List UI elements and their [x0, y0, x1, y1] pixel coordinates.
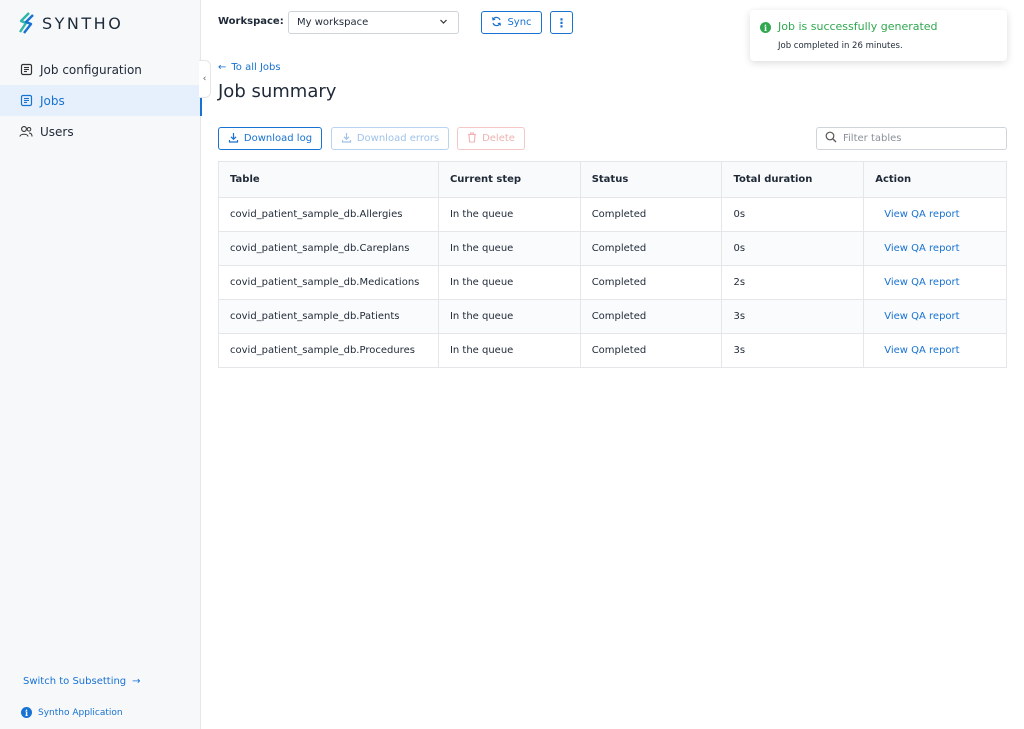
download-errors-button[interactable]: Download errors: [331, 127, 449, 150]
list-icon: [19, 94, 33, 108]
cell-status: Completed: [580, 231, 723, 266]
download-errors-label: Download errors: [356, 133, 440, 144]
cell-duration: 3s: [721, 333, 865, 368]
document-icon: [19, 63, 33, 77]
cell-current-step: In the queue: [438, 231, 581, 266]
cell-current-step: In the queue: [438, 197, 581, 232]
cell-duration: 3s: [721, 299, 865, 334]
view-qa-report-link[interactable]: View QA report: [875, 243, 959, 254]
chevron-left-icon: ‹: [202, 74, 207, 84]
info-icon: i: [760, 22, 771, 33]
column-header-total-duration[interactable]: Total duration: [721, 161, 865, 198]
download-log-label: Download log: [243, 133, 313, 144]
cell-action: View QA report: [864, 334, 1007, 368]
view-qa-report-link[interactable]: View QA report: [875, 277, 959, 288]
table-row: covid_patient_sample_db.Patients In the …: [218, 299, 1007, 334]
brand-name: SYNTHO: [42, 13, 124, 33]
arrow-right-icon: →: [132, 676, 141, 687]
cell-current-step: In the queue: [438, 333, 581, 368]
toast-title: Job is successfully generated: [778, 20, 938, 33]
back-label: To all Jobs: [231, 62, 281, 73]
sidebar-item-jobs[interactable]: Jobs: [0, 85, 202, 116]
filter-tables-field[interactable]: [816, 127, 1007, 150]
cell-status: Completed: [580, 333, 723, 368]
app-info[interactable]: i Syntho Application: [21, 707, 123, 718]
download-icon: [341, 132, 352, 146]
cell-table-name: covid_patient_sample_db.Procedures: [218, 333, 439, 368]
switch-to-subsetting-link[interactable]: Switch to Subsetting →: [23, 676, 141, 687]
table-row: covid_patient_sample_db.Medications In t…: [218, 265, 1007, 300]
trash-icon: [467, 132, 477, 146]
success-toast: i Job is successfully generated Job comp…: [750, 10, 1007, 61]
cell-table-name: covid_patient_sample_db.Allergies: [218, 197, 439, 232]
sidebar-item-label: Users: [40, 124, 74, 139]
sidebar-item-label: Jobs: [40, 93, 65, 108]
column-header-status[interactable]: Status: [580, 161, 723, 198]
cell-action: View QA report: [863, 197, 1007, 232]
back-to-jobs-link[interactable]: ← To all Jobs: [218, 62, 281, 73]
filter-tables-input[interactable]: [843, 133, 993, 144]
workspace-value: My workspace: [297, 17, 369, 28]
kebab-menu-icon: ⋮: [555, 15, 568, 30]
cell-status: Completed: [580, 299, 723, 334]
delete-button[interactable]: Delete: [457, 127, 525, 150]
arrow-left-icon: ←: [218, 62, 227, 73]
table-row: covid_patient_sample_db.Allergies In the…: [218, 197, 1007, 232]
cell-table-name: covid_patient_sample_db.Patients: [218, 299, 439, 334]
sidebar: SYNTHO Job configuration Jobs Users Swit…: [0, 0, 202, 729]
chevron-down-icon: [439, 17, 448, 29]
cell-action: View QA report: [863, 231, 1007, 266]
column-header-action: Action: [863, 161, 1007, 198]
cell-action: View QA report: [863, 265, 1007, 300]
job-tables-table: Table Current step Status Total duration…: [218, 161, 1007, 368]
search-icon: [825, 131, 837, 146]
cell-table-name: covid_patient_sample_db.Medications: [218, 265, 439, 300]
info-icon: i: [21, 707, 32, 718]
users-icon: [19, 125, 33, 139]
page-title: Job summary: [218, 81, 337, 102]
column-header-table[interactable]: Table: [218, 161, 439, 198]
sidebar-item-label: Job configuration: [40, 62, 142, 77]
cell-duration: 0s: [721, 231, 865, 266]
collapse-sidebar-button[interactable]: ‹: [199, 60, 211, 98]
switch-label: Switch to Subsetting: [23, 676, 127, 687]
workspace-select[interactable]: My workspace: [288, 11, 459, 34]
table-row: covid_patient_sample_db.Procedures In th…: [218, 333, 1007, 368]
cell-duration: 2s: [721, 265, 865, 300]
column-header-current-step[interactable]: Current step: [438, 161, 581, 198]
cell-current-step: In the queue: [438, 299, 581, 334]
sidebar-nav: Job configuration Jobs Users: [0, 54, 202, 147]
table-row: covid_patient_sample_db.Careplans In the…: [218, 231, 1007, 266]
app-label: Syntho Application: [38, 707, 123, 718]
more-options-button[interactable]: ⋮: [550, 11, 573, 34]
toast-message: Job completed in 26 minutes.: [778, 41, 903, 51]
cell-action: View QA report: [863, 299, 1007, 334]
sync-button[interactable]: Sync: [481, 11, 542, 34]
syntho-logo-icon: [19, 12, 34, 34]
table-header-row: Table Current step Status Total duration…: [218, 161, 1007, 198]
sync-icon: [491, 16, 502, 30]
sidebar-item-job-configuration[interactable]: Job configuration: [0, 54, 201, 85]
view-qa-report-link[interactable]: View QA report: [875, 345, 959, 356]
cell-current-step: In the queue: [438, 265, 581, 300]
download-icon: [228, 132, 239, 146]
cell-table-name: covid_patient_sample_db.Careplans: [218, 231, 439, 266]
view-qa-report-link[interactable]: View QA report: [875, 311, 959, 322]
logo[interactable]: SYNTHO: [18, 12, 123, 34]
sidebar-item-users[interactable]: Users: [0, 116, 201, 147]
cell-status: Completed: [580, 265, 723, 300]
cell-duration: 0s: [721, 197, 865, 232]
delete-label: Delete: [482, 133, 515, 144]
workspace-label: Workspace:: [218, 16, 284, 27]
sync-label: Sync: [507, 17, 532, 28]
view-qa-report-link[interactable]: View QA report: [875, 209, 959, 220]
download-log-button[interactable]: Download log: [218, 127, 322, 150]
cell-status: Completed: [580, 197, 723, 232]
